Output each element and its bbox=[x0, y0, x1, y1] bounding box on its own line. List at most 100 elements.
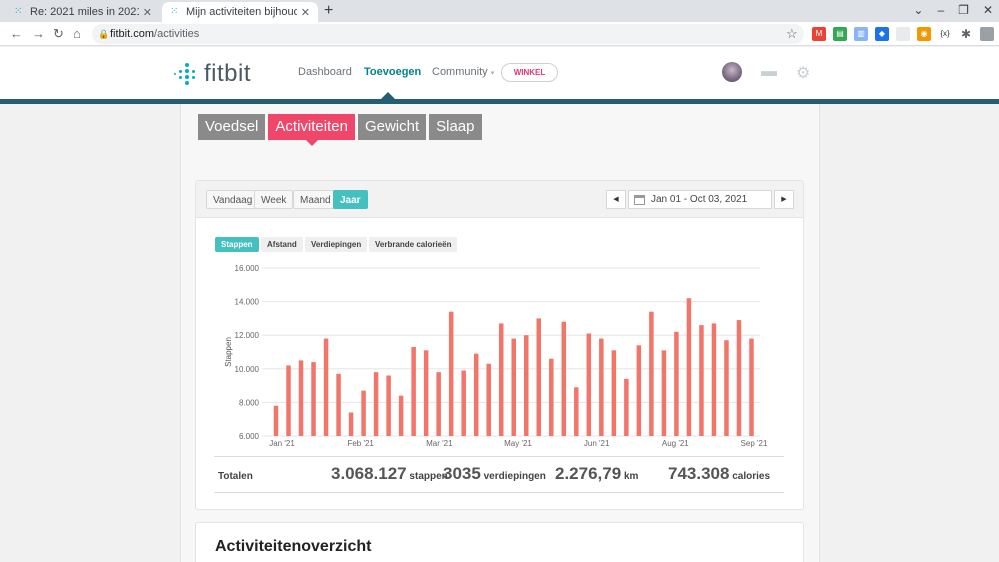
bar bbox=[586, 333, 592, 436]
date-range-field[interactable]: Jan 01 - Oct 03, 2021 bbox=[628, 190, 772, 209]
x-tick-label: Sep '21 bbox=[741, 439, 768, 448]
period-toolbar: Vandaag Week Maand Jaar ◀ Jan 01 - Oct 0… bbox=[196, 181, 803, 218]
tab-activiteiten[interactable]: Activiteiten bbox=[268, 114, 355, 146]
next-period-button[interactable]: ▶ bbox=[774, 190, 794, 209]
bar bbox=[311, 362, 316, 436]
nav-toevoegen[interactable]: Toevoegen bbox=[364, 66, 421, 78]
extension-icon[interactable]: ▤ bbox=[833, 27, 847, 41]
bar bbox=[649, 311, 654, 436]
bar bbox=[348, 412, 354, 436]
period-vandaag[interactable]: Vandaag bbox=[206, 190, 260, 209]
bar bbox=[549, 358, 554, 436]
total-steps: 3.068.127 stappen bbox=[331, 464, 448, 484]
extension-icon[interactable]: ◆ bbox=[875, 27, 889, 41]
bookmark-star-icon[interactable]: ☆ bbox=[786, 26, 798, 42]
chevron-down-icon: ▾ bbox=[490, 70, 495, 77]
extension-icon[interactable]: ▥ bbox=[854, 27, 868, 41]
browser-tab[interactable]: ⁙ Re: 2021 miles in 2021 - Fitbit Co ✕ bbox=[6, 2, 160, 22]
close-tab-icon[interactable]: ✕ bbox=[301, 6, 310, 19]
fitbit-favicon-icon: ⁙ bbox=[170, 6, 179, 17]
category-tabs: Voedsel Activiteiten Gewicht Slaap bbox=[198, 114, 482, 146]
x-tick-label: Jun '21 bbox=[584, 439, 610, 448]
metric-afstand[interactable]: Afstand bbox=[261, 237, 303, 252]
bar bbox=[373, 372, 379, 436]
tab-gewicht[interactable]: Gewicht bbox=[357, 114, 427, 140]
extension-icon[interactable] bbox=[896, 27, 910, 41]
profile-icon[interactable] bbox=[980, 27, 994, 41]
bar bbox=[473, 353, 479, 436]
url-host: fitbit.com bbox=[110, 28, 155, 40]
y-tick-label: 6.000 bbox=[239, 432, 260, 441]
previous-period-button[interactable]: ◀ bbox=[606, 190, 626, 209]
bar bbox=[286, 365, 291, 436]
tab-search-icon[interactable]: ⌄ bbox=[913, 3, 923, 17]
bar bbox=[724, 340, 729, 436]
new-tab-icon[interactable]: + bbox=[324, 2, 333, 20]
bar bbox=[674, 331, 679, 436]
bar bbox=[524, 335, 529, 436]
bar bbox=[498, 323, 504, 436]
bar bbox=[699, 325, 704, 436]
bar bbox=[486, 363, 491, 436]
gear-icon[interactable]: ⚙ bbox=[796, 63, 810, 83]
period-week[interactable]: Week bbox=[254, 190, 294, 209]
browser-tab-title: Re: 2021 miles in 2021 - Fitbit Co bbox=[30, 6, 139, 18]
tab-voedsel[interactable]: Voedsel bbox=[198, 114, 266, 140]
bar bbox=[536, 318, 542, 436]
bar bbox=[461, 370, 466, 436]
forward-icon[interactable]: → bbox=[32, 26, 45, 41]
back-icon[interactable]: ← bbox=[10, 26, 23, 41]
minimize-icon[interactable]: – bbox=[937, 3, 944, 17]
x-tick-label: Jan '21 bbox=[269, 439, 295, 448]
nav-community[interactable]: Community ▾ bbox=[432, 66, 494, 78]
metric-verdiepingen[interactable]: Verdiepingen bbox=[305, 237, 368, 252]
y-axis-label: Stappen bbox=[224, 337, 233, 367]
bar bbox=[336, 373, 341, 436]
bar bbox=[711, 323, 717, 436]
nav-dashboard[interactable]: Dashboard bbox=[298, 66, 352, 78]
divider bbox=[214, 492, 784, 493]
period-maand[interactable]: Maand bbox=[293, 190, 338, 209]
total-calories: 743.308 calories bbox=[668, 464, 770, 484]
total-floors-value: 3035 bbox=[443, 464, 481, 483]
lock-icon: 🔒 bbox=[98, 29, 110, 39]
avatar[interactable] bbox=[722, 62, 742, 82]
bar bbox=[448, 311, 454, 436]
y-tick-label: 12.000 bbox=[235, 331, 260, 340]
activity-overview-card: Activiteitenoverzicht bbox=[195, 522, 804, 562]
bar bbox=[599, 338, 604, 436]
reload-icon[interactable]: ↻ bbox=[53, 26, 64, 42]
bar bbox=[273, 405, 279, 436]
address-bar[interactable]: 🔒 fitbit.com/activities bbox=[92, 24, 804, 44]
bar bbox=[411, 346, 416, 436]
shop-button[interactable]: WINKEL bbox=[501, 63, 558, 82]
bar bbox=[511, 338, 516, 436]
restore-icon[interactable]: ❐ bbox=[958, 3, 969, 17]
x-tick-label: May '21 bbox=[504, 439, 532, 448]
metric-calorieen[interactable]: Verbrande calorieën bbox=[369, 237, 458, 252]
totals-row: Totalen 3.068.127 stappen 3035 verdiepin… bbox=[218, 464, 770, 486]
extension-icon[interactable]: {x} bbox=[938, 27, 952, 41]
close-window-icon[interactable]: ✕ bbox=[983, 3, 993, 17]
fitbit-favicon-icon: ⁙ bbox=[14, 6, 23, 17]
active-nav-marker bbox=[381, 92, 395, 99]
gmail-extension-icon[interactable]: M bbox=[812, 27, 826, 41]
date-range-text: Jan 01 - Oct 03, 2021 bbox=[651, 194, 748, 205]
puzzle-icon[interactable]: ✱ bbox=[959, 27, 973, 41]
total-steps-value: 3.068.127 bbox=[331, 464, 407, 483]
home-icon[interactable]: ⌂ bbox=[73, 26, 81, 41]
bar bbox=[661, 350, 667, 436]
bar bbox=[686, 298, 692, 436]
tab-slaap[interactable]: Slaap bbox=[429, 114, 482, 140]
bar bbox=[298, 360, 304, 436]
y-tick-label: 16.000 bbox=[235, 264, 260, 273]
messages-icon[interactable]: ▬ bbox=[761, 63, 777, 81]
fitbit-logo[interactable]: fitbit bbox=[174, 60, 251, 88]
extension-icon[interactable]: ◉ bbox=[917, 27, 931, 41]
close-tab-icon[interactable]: ✕ bbox=[143, 6, 152, 19]
period-jaar[interactable]: Jaar bbox=[333, 190, 368, 209]
browser-tab-active[interactable]: ⁙ Mijn activiteiten bijhouden op Fit ✕ bbox=[162, 2, 318, 22]
bar bbox=[398, 395, 404, 436]
metric-stappen[interactable]: Stappen bbox=[215, 237, 259, 252]
x-tick-label: Feb '21 bbox=[347, 439, 374, 448]
